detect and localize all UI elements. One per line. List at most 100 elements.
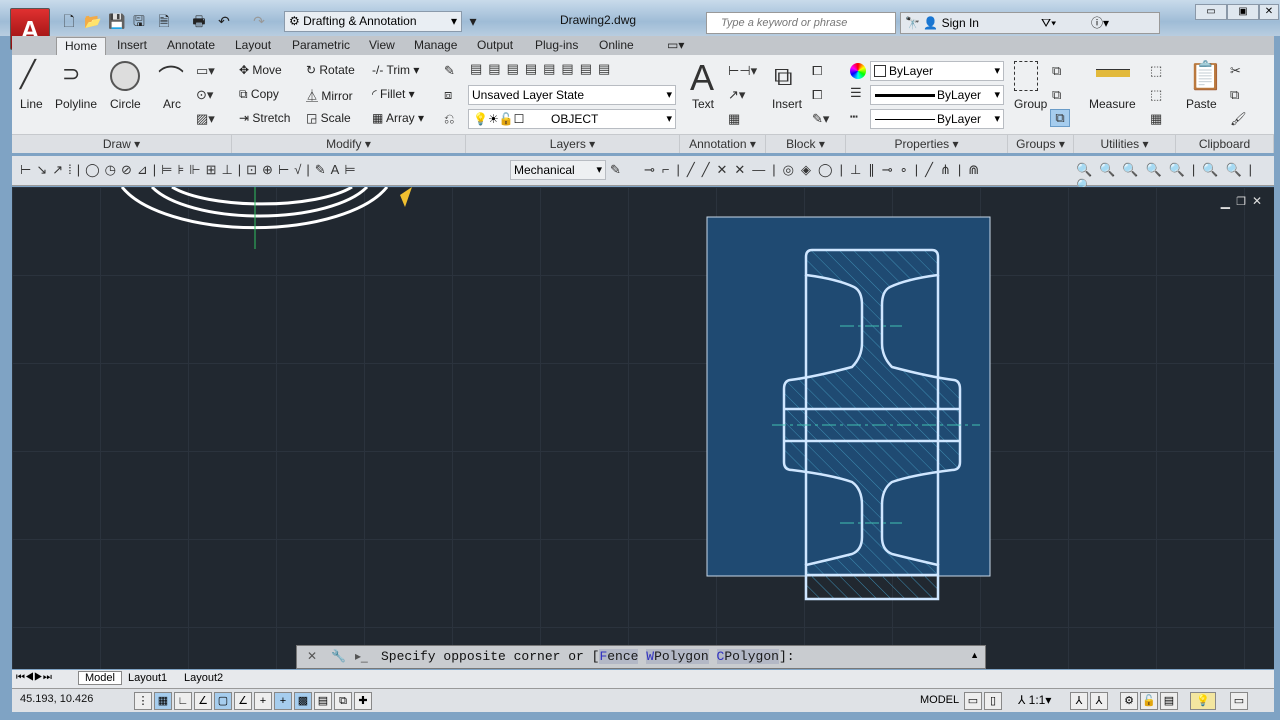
customize-qat-icon[interactable]: ▾ (464, 12, 482, 30)
array-button[interactable]: ▦ Array ▾ (372, 111, 424, 125)
drawing-canvas[interactable]: ▁ ❐ ✕ (12, 187, 1274, 669)
cmd-history-icon[interactable]: ▲ (970, 650, 979, 660)
linetype-dropdown[interactable]: ByLayer (870, 109, 1004, 129)
save-as-icon[interactable]: 🖫 (130, 12, 148, 30)
tab-view[interactable]: View (369, 37, 395, 54)
polyline-icon[interactable]: ⊃ (62, 61, 80, 87)
insert-button[interactable]: Insert (772, 97, 802, 111)
snap-toggle[interactable]: ▦ (154, 692, 172, 710)
text-button[interactable]: Text (692, 97, 714, 111)
move-button[interactable]: ✥ Move (239, 63, 282, 77)
annotation-scale[interactable]: ⅄ 1:1▾ (1018, 693, 1051, 707)
ribbon-minimize-icon[interactable]: ▭▾ (667, 37, 684, 54)
tab-layout2[interactable]: Layout2 (184, 672, 223, 684)
tab-parametric[interactable]: Parametric (292, 37, 350, 54)
otrack-toggle[interactable]: + (254, 692, 272, 710)
layer-state-dropdown[interactable]: Unsaved Layer State (468, 85, 676, 105)
hatch-icon[interactable]: ▨▾ (196, 111, 215, 127)
hatch-ellipse-icon[interactable]: ⊙▾ (196, 87, 213, 103)
block-panel-title[interactable]: Block ▾ (766, 134, 846, 153)
text-icon[interactable]: A (690, 57, 714, 99)
explode-icon[interactable]: ⧈ (444, 87, 452, 103)
open-icon[interactable]: 📂 (84, 12, 102, 30)
scale-button[interactable]: ◲ Scale (306, 111, 351, 125)
tab-home[interactable]: Home (56, 37, 107, 55)
lock-icon[interactable]: 🔓 (1140, 692, 1158, 710)
tab-online[interactable]: Online (599, 37, 634, 54)
color-dropdown[interactable]: ByLayer (870, 61, 1004, 81)
layer-dropdown[interactable]: 💡☀🔓☐ OBJECT (468, 109, 676, 129)
tab-nav-icons[interactable]: ⏮◀▶⏭ (16, 672, 52, 683)
polar-toggle[interactable]: ∠ (194, 692, 212, 710)
calculator-icon[interactable]: ▦ (1150, 111, 1162, 127)
close-button[interactable]: ✕ (1259, 4, 1279, 20)
dimension-icon[interactable]: ⊢⊣▾ (728, 63, 757, 79)
rotate-button[interactable]: ↻ Rotate (306, 63, 355, 77)
tab-output[interactable]: Output (477, 37, 513, 54)
dyn-toggle[interactable]: ▩ (294, 692, 312, 710)
customize-cmd-icon[interactable]: 🔧 (331, 649, 346, 663)
isolate-objects-icon[interactable]: 💡 (1190, 692, 1216, 710)
rectangle-icon[interactable]: ▭▾ (196, 63, 215, 79)
quick-view-drawings-icon[interactable]: ▯ (984, 692, 1002, 710)
groups-panel-title[interactable]: Groups ▾ (1008, 134, 1074, 153)
annotation-panel-title[interactable]: Annotation ▾ (680, 134, 766, 153)
autoscale-icon[interactable]: ⅄ (1090, 692, 1108, 710)
osnap-tools-icons[interactable]: ⊸⌐|╱╱✕✕—|◎◈◯|⊥∥⊸∘|╱⋔|⋒ (644, 162, 986, 178)
quick-view-layouts-icon[interactable]: ▭ (964, 692, 982, 710)
fillet-button[interactable]: ◜ Fillet ▾ (372, 87, 415, 101)
model-space-button[interactable]: MODEL (920, 694, 959, 706)
copy-clip-icon[interactable]: ⧉ (1230, 87, 1239, 103)
group-button[interactable]: Group (1014, 97, 1047, 111)
utilities-panel-title[interactable]: Utilities ▾ (1074, 134, 1176, 153)
workspace-switching-icon[interactable]: ⚙ (1120, 692, 1138, 710)
edit-attributes-icon[interactable]: ✎▾ (812, 111, 829, 127)
option-cpolygon[interactable]: CPolygon (716, 649, 779, 664)
redo-icon[interactable]: ↷ (250, 12, 268, 30)
insert-block-icon[interactable]: ⧉ (774, 61, 793, 93)
erase-icon[interactable]: ✎ (444, 63, 455, 79)
tab-model[interactable]: Model (78, 671, 122, 685)
tab-annotate[interactable]: Annotate (167, 37, 215, 54)
offset-icon[interactable]: ⎌ (444, 111, 454, 127)
tab-plugins[interactable]: Plug-ins (535, 37, 578, 54)
ducs-toggle[interactable]: + (274, 692, 292, 710)
tab-manage[interactable]: Manage (414, 37, 457, 54)
maximize-button[interactable]: ▣ (1227, 4, 1259, 20)
draw-panel-title[interactable]: Draw ▾ (12, 134, 232, 153)
stretch-button[interactable]: ⇥ Stretch (239, 111, 290, 125)
minimize-button[interactable]: ▭ (1195, 4, 1227, 20)
lineweight-dropdown[interactable]: ByLayer (870, 85, 1004, 105)
trim-button[interactable]: -/- Trim ▾ (372, 63, 419, 77)
arc-button[interactable]: Arc (163, 97, 181, 111)
cmd-prompt-icon[interactable]: ▸_ (355, 649, 368, 663)
transparency-toggle[interactable]: ⧉ (334, 692, 352, 710)
binoculars-icon[interactable]: 🔭 (905, 16, 920, 30)
layer-tools-icons[interactable]: ▤▤▤▤▤▤▤▤ (470, 61, 616, 77)
quick-select-icon[interactable]: ⬚ (1150, 63, 1162, 79)
group-icon[interactable] (1014, 61, 1038, 91)
workspace-dropdown[interactable]: ⚙ Drafting & Annotation ▾ (284, 11, 462, 32)
tab-insert[interactable]: Insert (117, 37, 147, 54)
dimstyle-dropdown[interactable]: Mechanical (510, 160, 606, 180)
tab-layout1[interactable]: Layout1 (128, 672, 167, 684)
help-icon[interactable]: ⓘ▾ (1091, 13, 1109, 33)
cut-icon[interactable]: ✂ (1230, 63, 1241, 79)
3d-osnap-toggle[interactable]: ∠ (234, 692, 252, 710)
edit-block-icon[interactable]: ⧠ (812, 87, 822, 103)
circle-button[interactable]: Circle (110, 97, 141, 111)
paste-button[interactable]: Paste (1186, 97, 1217, 111)
clean-screen-icon[interactable]: ▭ (1230, 692, 1248, 710)
leader-icon[interactable]: ↗▾ (728, 87, 745, 103)
paste-icon[interactable]: 📋 (1188, 59, 1223, 92)
grid-ortho-toggle[interactable]: ∟ (174, 692, 192, 710)
arc-icon[interactable]: ⌒ (158, 59, 184, 96)
line-button[interactable]: Line (20, 97, 43, 111)
layers-panel-title[interactable]: Layers ▾ (466, 134, 680, 153)
mirror-button[interactable]: ⏅ Mirror (306, 87, 353, 104)
option-wpolygon[interactable]: WPolygon (646, 649, 709, 664)
ungroup-icon[interactable]: ⧉ (1052, 63, 1061, 79)
modify-panel-title[interactable]: Modify ▾ (232, 134, 466, 153)
select-all-icon[interactable]: ⬚ (1150, 87, 1162, 103)
dimstyle-icon[interactable]: ✎ (610, 162, 621, 178)
